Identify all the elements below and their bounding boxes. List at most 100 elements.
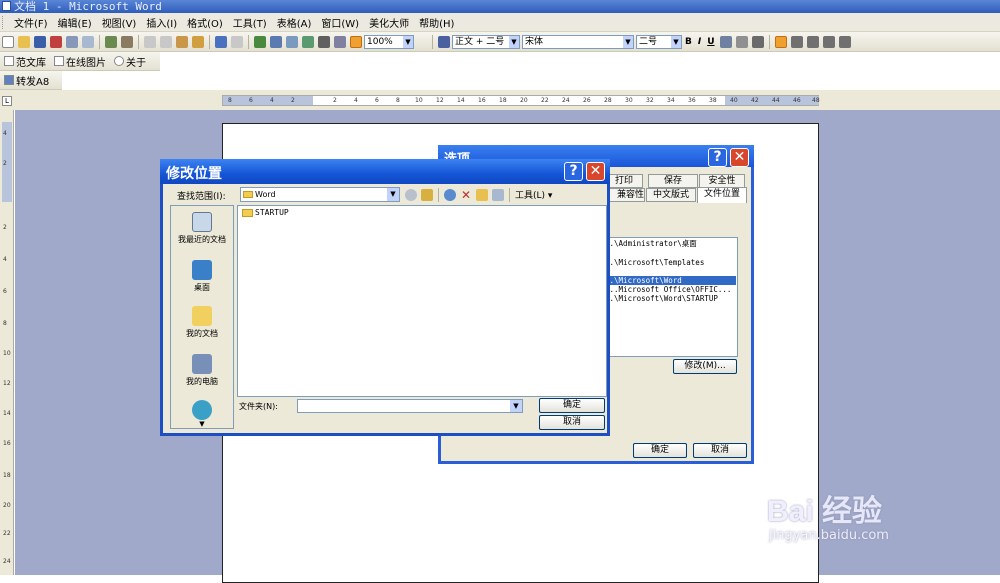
new-document-icon[interactable] [2,35,14,48]
menu-file[interactable]: 文件(F) [9,15,53,30]
tab-compatibility[interactable]: 兼容性 [605,188,645,202]
hyperlink-icon[interactable] [254,35,266,48]
folder-name-input[interactable]: ▼ [297,399,523,413]
zoom-combo[interactable]: 100% ▼ [364,34,414,49]
font-combo[interactable]: 宋体 ▼ [522,34,634,49]
list-item[interactable]: ..\Microsoft\Word\STARTUP [605,294,736,303]
back-icon[interactable] [405,188,417,201]
character-shading-icon[interactable] [735,35,748,48]
close-icon[interactable]: ✕ [586,162,605,181]
modify-ok-button[interactable]: 确定 [539,398,605,413]
menu-edit[interactable]: 编辑(E) [53,15,97,30]
help-icon[interactable]: ? [564,162,583,181]
file-locations-list[interactable]: ..\Administrator\桌面 ..\Microsoft\Templat… [603,237,738,357]
permission-icon[interactable] [50,35,62,48]
list-item[interactable]: STARTUP [242,208,289,217]
views-icon[interactable] [492,188,504,201]
menu-insert[interactable]: 插入(I) [141,15,182,30]
justify-icon[interactable] [822,35,835,48]
online-images-button[interactable]: 在线图片 [54,54,106,69]
print-icon[interactable] [66,35,78,48]
align-center-icon[interactable] [790,35,803,48]
menu-format[interactable]: 格式(O) [182,15,228,30]
help-icon[interactable]: ? [708,148,727,167]
tab-file-locations[interactable]: 文件位置 [697,187,747,203]
chevron-down-icon[interactable]: ▼ [509,35,519,48]
menu-beautify[interactable]: 美化大师 [364,15,414,30]
list-item[interactable]: ..\Administrator\桌面 [605,239,736,248]
document-map-icon[interactable] [350,35,362,48]
print-preview-icon[interactable] [82,35,94,48]
horizontal-ruler[interactable]: 8 6 4 2 2 4 6 8 10 12 14 16 18 20 22 24 … [222,95,820,106]
close-icon[interactable]: ✕ [730,148,749,167]
file-list[interactable]: STARTUP [237,205,607,397]
drawing-icon[interactable] [334,35,346,48]
scroll-down-icon[interactable]: ▼ [171,420,233,428]
search-web-icon[interactable] [444,188,456,201]
character-scaling-icon[interactable] [751,35,764,48]
spelling-icon[interactable] [105,35,117,48]
character-border-icon[interactable] [719,35,732,48]
place-desktop[interactable]: 桌面 [171,260,233,293]
recent-documents-icon [192,212,212,232]
chevron-down-icon[interactable]: ▼ [510,400,522,412]
menu-table[interactable]: 表格(A) [272,15,317,30]
menu-window[interactable]: 窗口(W) [316,15,364,30]
chevron-down-icon[interactable]: ▼ [387,188,399,201]
place-network[interactable] [171,400,233,422]
place-my-documents[interactable]: 我的文档 [171,306,233,339]
template-library-button[interactable]: 范文库 [4,54,46,69]
open-icon[interactable] [18,35,30,48]
paste-icon[interactable] [176,35,188,48]
tab-stop-selector[interactable]: L [2,96,12,106]
style-combo[interactable]: 正文 + 二号 ▼ [452,34,520,49]
columns-icon[interactable] [318,35,330,48]
menu-grip-handle[interactable] [2,15,5,29]
delete-icon[interactable]: ✕ [460,189,472,201]
research-icon[interactable] [121,35,133,48]
format-painter-icon[interactable] [192,35,204,48]
undo-icon[interactable] [215,35,227,48]
menu-tools[interactable]: 工具(T) [228,15,272,30]
chevron-down-icon[interactable]: ▼ [671,35,681,48]
tab-security[interactable]: 安全性 [699,174,745,188]
cut-icon[interactable] [144,35,156,48]
save-icon[interactable] [34,35,46,48]
up-folder-icon[interactable] [421,188,433,201]
redo-icon[interactable] [231,35,243,48]
options-cancel-button[interactable]: 取消 [693,443,747,458]
forward-a8-button[interactable]: 转发A8 [4,73,49,88]
menu-view[interactable]: 视图(V) [97,15,142,30]
chevron-down-icon[interactable]: ▼ [623,35,633,48]
tab-print[interactable]: 打印 [605,174,643,188]
about-button[interactable]: 关于 [114,54,146,69]
bold-button[interactable]: B [685,37,692,47]
chevron-down-icon[interactable]: ▼ [403,35,413,48]
underline-button[interactable]: U [707,37,714,47]
styles-formatting-icon[interactable] [438,35,450,48]
list-item-selected[interactable]: ..\Microsoft\Word [605,276,736,285]
menu-help[interactable]: 帮助(H) [414,15,459,30]
font-size-combo[interactable]: 二号 ▼ [636,34,682,49]
vertical-ruler[interactable]: 4 2 2 4 6 8 10 12 14 16 18 20 22 24 [0,110,14,575]
tables-borders-icon[interactable] [270,35,282,48]
tab-chinese-layout[interactable]: 中文版式 [646,188,696,202]
modify-button[interactable]: 修改(M)... [673,359,737,374]
copy-icon[interactable] [160,35,172,48]
list-item[interactable]: ..\Microsoft\Templates [605,258,736,267]
place-my-computer[interactable]: 我的电脑 [171,354,233,387]
insert-table-icon[interactable] [286,35,298,48]
align-right-icon[interactable] [806,35,819,48]
insert-excel-icon[interactable] [302,35,314,48]
list-item[interactable]: ...Microsoft Office\OFFIC... [605,285,736,294]
italic-button[interactable]: I [698,37,701,47]
modify-cancel-button[interactable]: 取消 [539,415,605,430]
line-spacing-icon[interactable] [838,35,851,48]
options-ok-button[interactable]: 确定 [633,443,687,458]
place-recent-documents[interactable]: 我最近的文档 [171,212,233,245]
align-left-icon[interactable] [774,35,787,48]
new-folder-icon[interactable] [476,188,488,201]
tab-save[interactable]: 保存 [648,174,698,188]
look-in-select[interactable]: Word ▼ [240,187,400,202]
tools-menu-button[interactable]: 工具(L) ▾ [515,188,552,201]
